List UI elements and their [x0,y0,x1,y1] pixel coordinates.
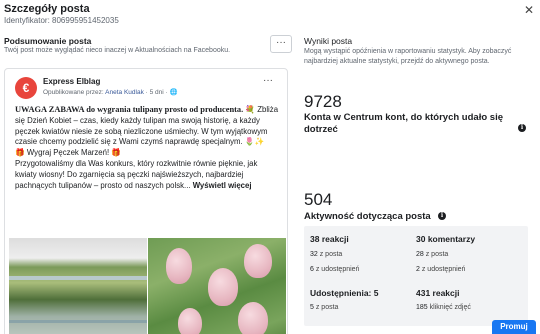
post-summary-panel: Podsumowanie posta Twój post może wygląd… [0,30,296,334]
comments-total: 30 komentarzy [416,234,476,244]
shares-from-post: 5 z posta [310,304,338,311]
tulip-flower [238,302,268,334]
engagement-label: Aktywność dotycząca posta [304,211,431,222]
comments-from-post-label: z posta [423,251,449,258]
post-photo-greenhouse[interactable] [9,238,147,334]
page-avatar[interactable]: € [15,77,37,99]
reach-label: Konta w Centrum kont, do których udało s… [304,112,503,135]
info-icon[interactable]: i [518,124,526,132]
reactions-from-post-label: z posta [317,251,343,258]
photo-clicks-count: 185 [416,304,428,311]
post-results-panel: Wyniki posta Mogą wystąpić opóźnienia w … [296,30,540,334]
post-headline: UWAGA ZABAWA do wygrania tulipany prosto… [15,105,244,114]
results-subtitle: Mogą wystąpić opóźnienia w raportowaniu … [304,48,512,65]
photo-shelf [9,276,147,280]
post-id-label: Identyfikator: 806995951452035 [4,16,119,25]
shares-total: Udostępnienia: 5 [310,288,379,298]
more-options-button[interactable]: ··· [270,35,292,53]
post-photo-tulips[interactable] [148,238,286,334]
post-paragraph-2: 🎁 Wygraj Pęczek Marzeń! 🎁 [15,148,122,158]
post-time: · 5 dni · [143,89,170,96]
results-title: Wyniki posta [304,36,353,46]
engagement-value: 504 [304,190,333,209]
comments-from-post-count: 28 [416,251,424,258]
comments-from-post: 28 z posta [416,251,448,258]
reactions-from-post: 32 z posta [310,251,342,258]
clicks-total: 431 reakcji [416,288,460,298]
photo-shelf [9,320,147,323]
reactions-from-shares-label: z udostępnień [313,266,360,273]
reactions-total: 38 reakcji [310,234,349,244]
close-icon[interactable]: ✕ [522,3,536,17]
summary-title: Podsumowanie posta [4,36,92,46]
reactions-from-post-count: 32 [310,251,318,258]
dialog-header: Szczegóły posta Identyfikator: 806995951… [0,0,540,30]
photo-clicks-label: kliknięć zdjęć [427,304,471,311]
info-icon[interactable]: i [438,212,446,220]
published-by-label: Opublikowane przez: [43,89,106,96]
summary-subtitle: Twój post może wyglądać nieco inaczej w … [4,47,231,54]
see-more-link[interactable]: Wyświetl więcej [191,181,252,190]
comments-from-shares: 2 z udostępnień [416,266,465,273]
tulip-flower [208,268,238,306]
post-menu-button[interactable]: ··· [263,75,273,86]
tulip-flower [166,248,192,284]
tulip-flower [178,308,202,334]
post-preview: € Express Elblag Opublikowane przez: Ane… [4,68,288,334]
author-link[interactable]: Aneta Kudlak [105,89,144,96]
dialog-title: Szczegóły posta [4,3,90,15]
globe-icon: 🌐 [169,89,178,96]
page-name[interactable]: Express Elblag [43,77,100,86]
post-meta: Opublikowane przez: Aneta Kudlak · 5 dni… [43,88,178,96]
engagement-breakdown: 38 reakcji 32 z posta 6 z udostępnień 30… [304,226,528,326]
tulip-flower [244,244,272,278]
shares-from-post-label: z posta [313,304,339,311]
post-text: UWAGA ZABAWA do wygrania tulipany prosto… [15,105,281,191]
promote-button[interactable]: Promuj [492,320,536,334]
photo-clicks: 185 kliknięć zdjęć [416,304,471,311]
reactions-from-shares: 6 z udostępnień [310,266,359,273]
reach-value: 9728 [304,92,342,111]
comments-from-shares-label: z udostępnień [419,266,466,273]
